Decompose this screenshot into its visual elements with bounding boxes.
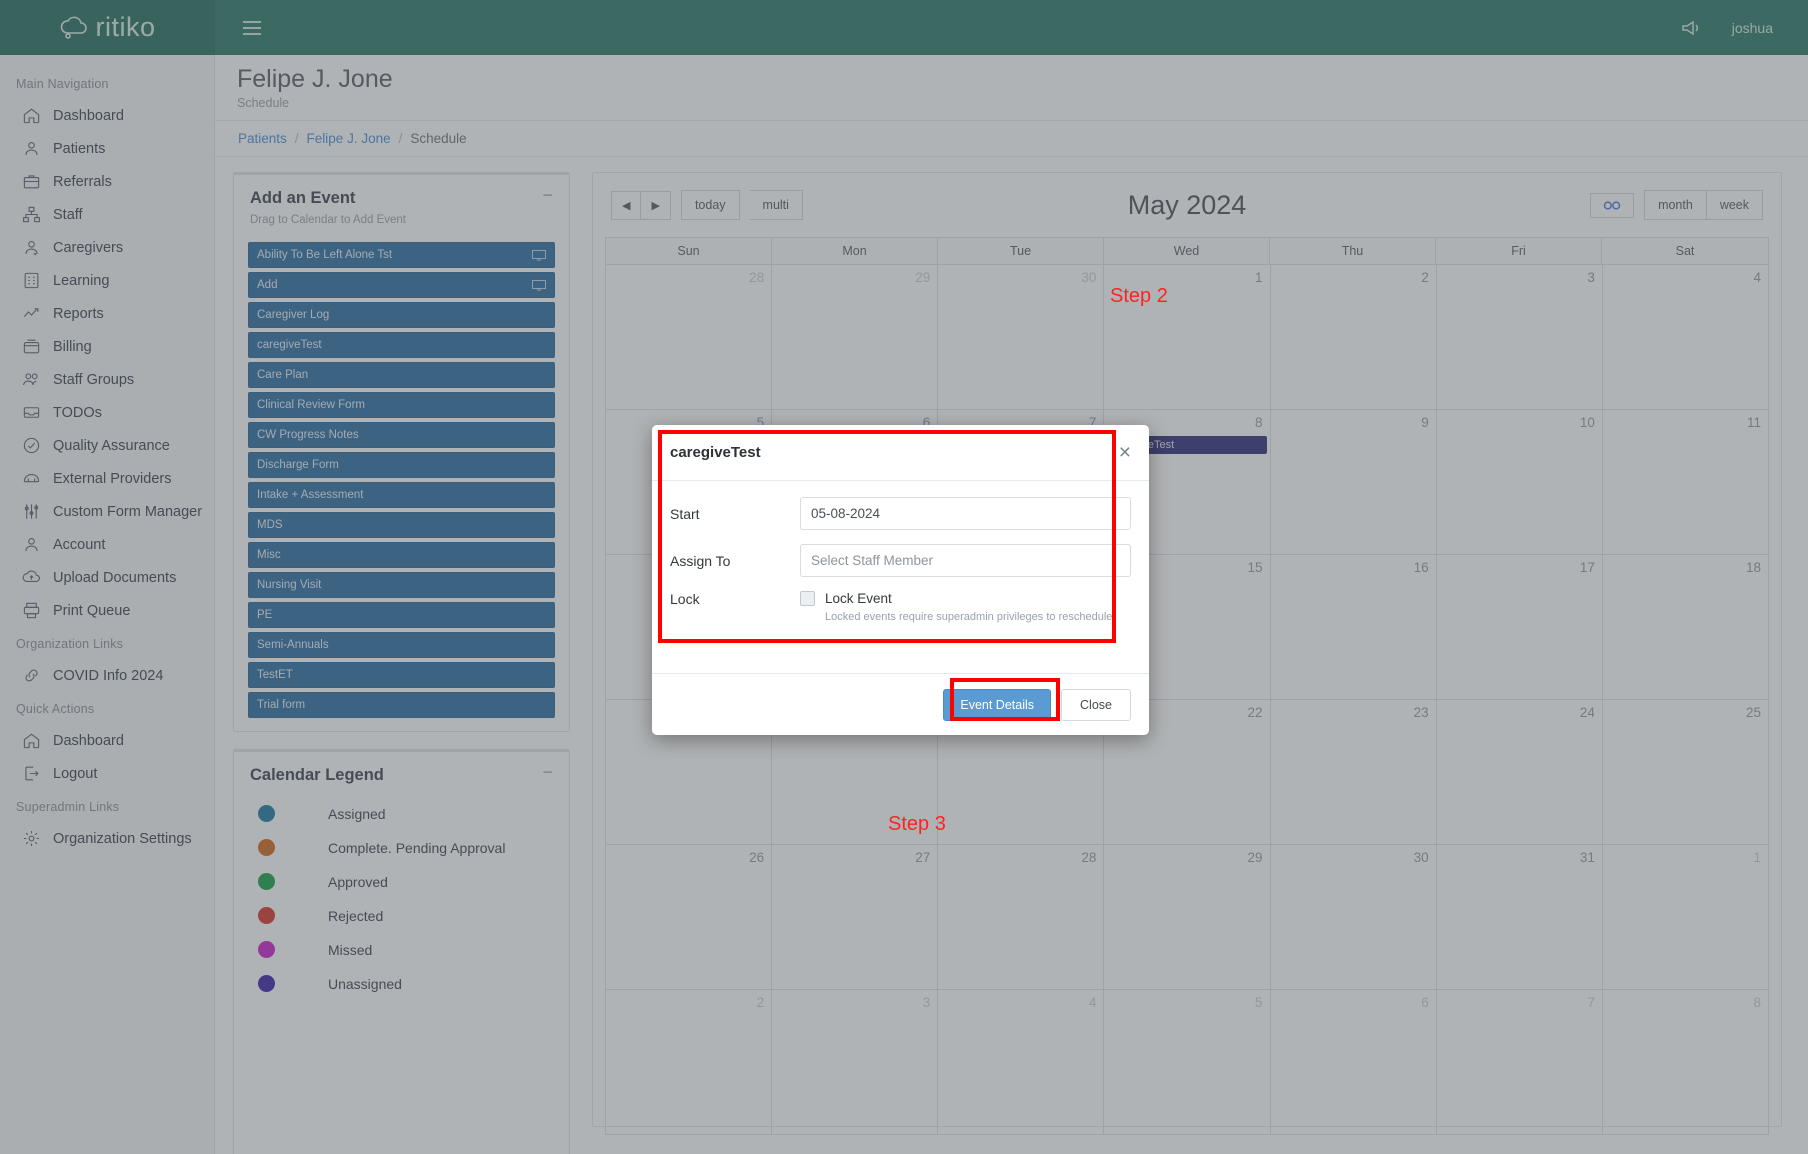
start-label: Start bbox=[670, 506, 800, 522]
modal-close-button[interactable]: Close bbox=[1061, 689, 1131, 721]
modal-header: caregiveTest × bbox=[652, 425, 1149, 481]
lock-help-text: Locked events require superadmin privile… bbox=[825, 611, 1131, 623]
start-field-row: Start bbox=[670, 497, 1131, 530]
start-date-input[interactable] bbox=[800, 497, 1131, 530]
assign-to-label: Assign To bbox=[670, 553, 800, 569]
modal-title: caregiveTest bbox=[670, 444, 761, 461]
lock-event-label: Lock Event bbox=[825, 591, 892, 606]
lock-label: Lock bbox=[670, 591, 800, 607]
lock-control-wrap: Lock Event Locked events require superad… bbox=[800, 591, 1131, 623]
lock-event-checkbox[interactable] bbox=[800, 591, 815, 606]
event-details-button[interactable]: Event Details bbox=[943, 689, 1051, 721]
assign-staff-select[interactable]: Select Staff Member bbox=[800, 544, 1131, 577]
close-icon[interactable]: × bbox=[1119, 442, 1131, 463]
lock-checkbox-line: Lock Event bbox=[800, 591, 1131, 606]
modal-body: Start Assign To Select Staff Member Lock… bbox=[652, 481, 1149, 645]
app-root: ritiko joshua Main Navigation Dashboard … bbox=[0, 0, 1808, 1154]
lock-field-row: Lock Lock Event Locked events require su… bbox=[670, 591, 1131, 623]
modal-footer: Event Details Close bbox=[652, 673, 1149, 735]
assign-field-row: Assign To Select Staff Member bbox=[670, 544, 1131, 577]
event-modal: caregiveTest × Start Assign To Select St… bbox=[652, 425, 1149, 735]
